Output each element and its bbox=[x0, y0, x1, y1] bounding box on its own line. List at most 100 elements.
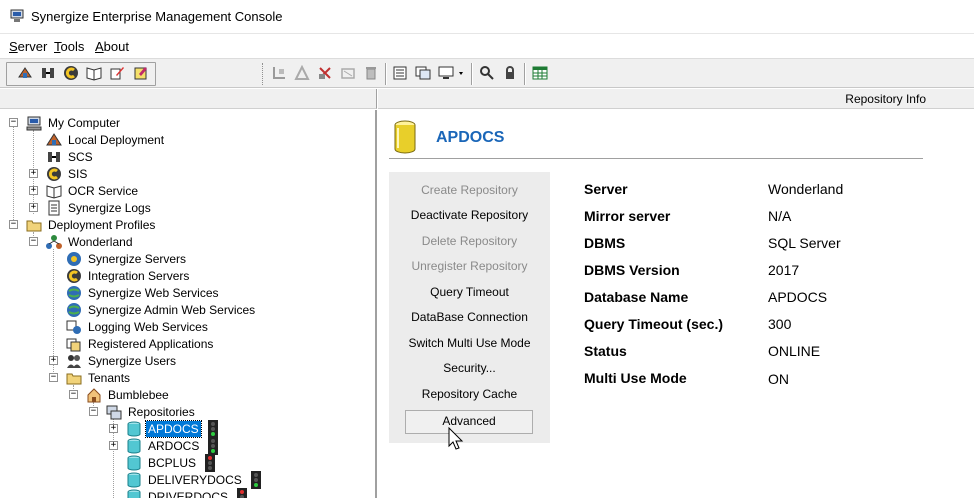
edit-icon[interactable] bbox=[108, 64, 126, 82]
tree-node-repositories[interactable]: Repositories bbox=[106, 403, 197, 420]
title-bar: Synergize Enterprise Management Console bbox=[0, 0, 974, 34]
database-icon bbox=[127, 421, 141, 436]
grid-icon[interactable] bbox=[531, 64, 549, 82]
tree-node-tenants[interactable]: Tenants bbox=[66, 369, 132, 386]
tree-expand-toggle[interactable]: + bbox=[29, 169, 38, 178]
database-icon bbox=[127, 489, 141, 498]
folder-open-icon bbox=[66, 373, 82, 384]
tree-expand-toggle[interactable]: + bbox=[49, 356, 58, 365]
query-timeout-button[interactable]: Query Timeout bbox=[389, 285, 550, 299]
menu-tools[interactable]: Tools bbox=[54, 39, 84, 54]
tree-collapse-toggle[interactable]: − bbox=[29, 237, 38, 246]
server-list-icon[interactable] bbox=[391, 64, 409, 82]
tree-expand-toggle[interactable]: + bbox=[109, 424, 118, 433]
tree-node-deliverydocs[interactable]: DELIVERYDOCS bbox=[126, 470, 262, 489]
status-label: Status bbox=[584, 343, 627, 359]
deactivate-repository-button[interactable]: Deactivate Repository bbox=[389, 208, 550, 222]
repository-cache-button[interactable]: Repository Cache bbox=[389, 387, 550, 401]
sis-icon[interactable] bbox=[62, 64, 80, 82]
remove-icon[interactable] bbox=[316, 64, 334, 82]
book-icon[interactable] bbox=[85, 64, 103, 82]
tree-node-label: Local Deployment bbox=[68, 132, 165, 147]
tree-node-label: Tenants bbox=[88, 370, 131, 385]
disconnect-icon[interactable] bbox=[339, 64, 357, 82]
add-node-icon[interactable] bbox=[270, 64, 288, 82]
mirror-server-value: N/A bbox=[768, 208, 792, 224]
create-repository-button[interactable]: Create Repository bbox=[389, 183, 550, 197]
dbms-value: SQL Server bbox=[768, 235, 841, 251]
tree-node-label: Synergize Logs bbox=[68, 200, 151, 215]
tree-node-logging-web-services[interactable]: Logging Web Services bbox=[66, 318, 210, 335]
server-value: Wonderland bbox=[768, 181, 844, 197]
tree-node-ocr-service[interactable]: OCR Service bbox=[46, 182, 140, 199]
windows-icon[interactable] bbox=[414, 64, 432, 82]
deploy-icon[interactable] bbox=[16, 64, 34, 82]
multi-use-mode-value: ON bbox=[768, 371, 789, 387]
tree-node-wonderland[interactable]: Wonderland bbox=[46, 233, 135, 250]
tree-node-synergize-users[interactable]: Synergize Users bbox=[66, 352, 178, 369]
security-button[interactable]: Security... bbox=[389, 361, 550, 375]
tree-node-deployment-profiles[interactable]: Deployment Profiles bbox=[26, 216, 157, 233]
menu-server[interactable]: Server bbox=[9, 39, 47, 54]
tree-node-synergize-web-services[interactable]: Synergize Web Services bbox=[66, 284, 221, 301]
switch-multi-use-mode-button[interactable]: Switch Multi Use Mode bbox=[389, 336, 550, 350]
tree-node-apdocs[interactable]: APDOCS bbox=[126, 419, 219, 438]
delete-repository-button[interactable]: Delete Repository bbox=[389, 234, 550, 248]
repositories-icon bbox=[106, 405, 122, 419]
advanced-button[interactable]: Advanced bbox=[405, 410, 533, 434]
tree-node-integration-servers[interactable]: Integration Servers bbox=[66, 267, 191, 284]
tree-node-driverdocs[interactable]: DRIVERDOCS bbox=[126, 487, 248, 498]
key-settings-icon[interactable] bbox=[478, 64, 496, 82]
traffic-light-icon bbox=[205, 453, 216, 472]
toolbar-grip bbox=[262, 63, 265, 85]
tree-node-sis[interactable]: SIS bbox=[46, 165, 89, 182]
tree-node-synergize-logs[interactable]: Synergize Logs bbox=[46, 199, 153, 216]
tree-expand-toggle[interactable]: + bbox=[29, 186, 38, 195]
menu-about[interactable]: About bbox=[95, 39, 129, 54]
lock-icon[interactable] bbox=[501, 64, 519, 82]
tree-node-local-deployment[interactable]: Local Deployment bbox=[46, 131, 166, 148]
database-icon bbox=[394, 120, 416, 154]
tree-expand-toggle[interactable]: + bbox=[29, 203, 38, 212]
tree-node-label: Synergize Users bbox=[88, 353, 177, 368]
tree-node-bcplus[interactable]: BCPLUS bbox=[126, 453, 216, 472]
tree-node-admin-web-services[interactable]: Synergize Admin Web Services bbox=[66, 301, 257, 318]
tree-node-scs[interactable]: SCS bbox=[46, 148, 95, 165]
tree-node-label: Integration Servers bbox=[88, 268, 190, 283]
window-title: Synergize Enterprise Management Console bbox=[31, 9, 283, 24]
dbms-version-label: DBMS Version bbox=[584, 262, 680, 278]
tree-node-bumblebee[interactable]: Bumblebee bbox=[86, 386, 171, 403]
tree-collapse-toggle[interactable]: − bbox=[49, 373, 58, 382]
tree-node-my-computer[interactable]: My Computer bbox=[26, 114, 122, 131]
scs-icon bbox=[48, 151, 60, 162]
tree-node-label: ARDOCS bbox=[148, 438, 200, 453]
tree-collapse-toggle[interactable]: − bbox=[9, 220, 18, 229]
toolbar-separator bbox=[524, 63, 526, 85]
monitor-dropdown-icon[interactable] bbox=[437, 64, 467, 82]
connect-icon[interactable] bbox=[39, 64, 57, 82]
tree-node-synergize-servers[interactable]: Synergize Servers bbox=[66, 250, 188, 267]
mouse-cursor-icon bbox=[448, 427, 464, 450]
tree-node-label: Deployment Profiles bbox=[48, 217, 156, 232]
unregister-repository-button[interactable]: Unregister Repository bbox=[389, 259, 550, 273]
trash-icon[interactable] bbox=[362, 64, 380, 82]
traffic-light-icon bbox=[250, 470, 261, 489]
database-connection-button[interactable]: DataBase Connection bbox=[389, 310, 550, 324]
tree-collapse-toggle[interactable]: − bbox=[89, 407, 98, 416]
tree-expand-toggle[interactable]: + bbox=[109, 441, 118, 450]
tree-node-label: SIS bbox=[68, 166, 88, 181]
globe-icon bbox=[67, 302, 81, 317]
tree-node-label: Synergize Admin Web Services bbox=[88, 302, 256, 317]
tree-collapse-toggle[interactable]: − bbox=[69, 390, 78, 399]
database-icon bbox=[127, 455, 141, 470]
integration-icon bbox=[67, 268, 81, 283]
tree-panel[interactable]: − My Computer Local Deployment SCS + SIS… bbox=[0, 110, 377, 498]
traffic-light-icon bbox=[237, 487, 248, 498]
tree-node-registered-applications[interactable]: Registered Applications bbox=[66, 335, 215, 352]
tree-collapse-toggle[interactable]: − bbox=[9, 118, 18, 127]
tool-disabled-icon[interactable] bbox=[293, 64, 311, 82]
traffic-light-icon bbox=[208, 436, 219, 455]
deployment-icon bbox=[46, 132, 62, 145]
properties-icon[interactable] bbox=[132, 64, 150, 82]
tree-node-ardocs[interactable]: ARDOCS bbox=[126, 436, 219, 455]
